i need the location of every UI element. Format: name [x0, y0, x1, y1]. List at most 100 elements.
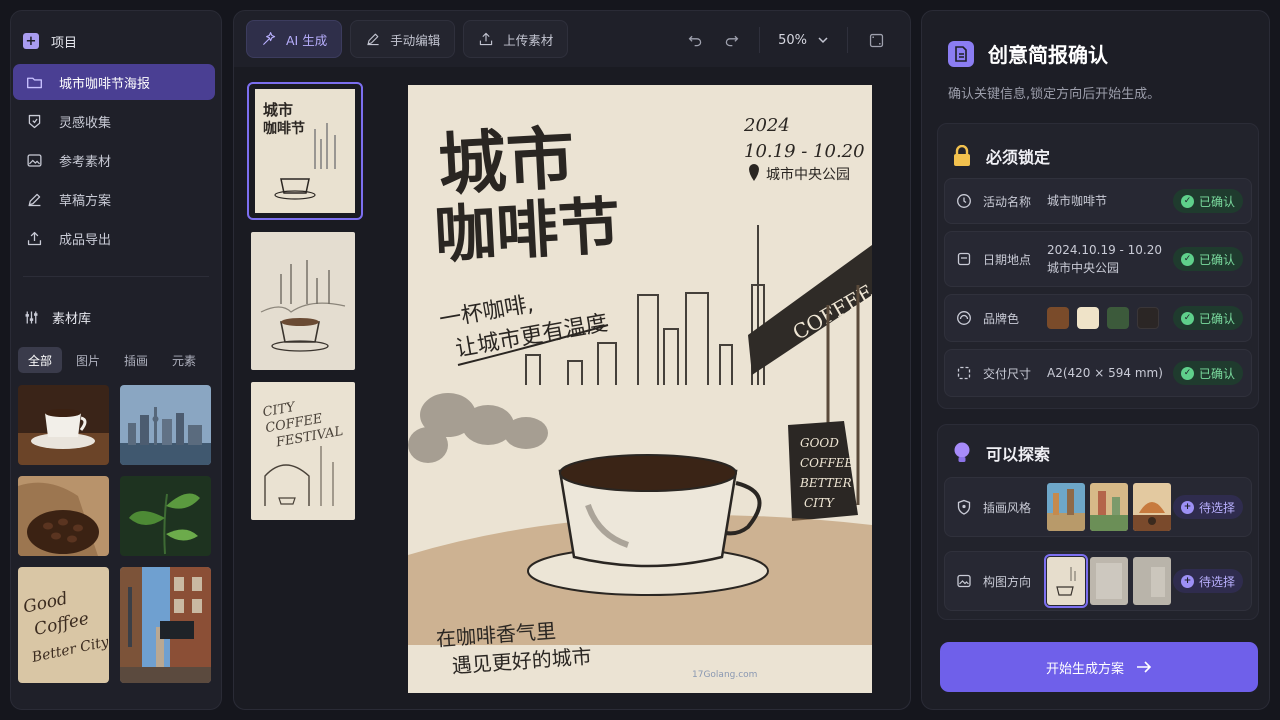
image-icon — [27, 153, 42, 167]
confirmed-badge[interactable]: ✓ 已确认 — [1172, 361, 1243, 385]
poster-board-line4: CITY — [804, 496, 835, 510]
composition-option-2[interactable] — [1090, 557, 1128, 605]
upload-label: 上传素材 — [503, 32, 554, 48]
style-option-watercolor[interactable] — [1047, 483, 1085, 531]
sidebar-item-export[interactable]: 成品导出 — [13, 220, 215, 256]
confirmed-badge[interactable]: ✓ 已确认 — [1172, 306, 1243, 330]
chevron-down-icon — [818, 37, 828, 44]
pencil-icon — [367, 33, 379, 46]
poster-board-line3: BETTER — [799, 476, 852, 490]
swatch-brown[interactable] — [1047, 307, 1069, 329]
plus-square-icon: + — [23, 33, 39, 49]
locked-card: 必须锁定 活动名称 城市咖啡节 ✓ 已确认 日期地点 2024.10.19 - 1… — [937, 123, 1259, 409]
page-1-title-line1: 城市 — [263, 101, 293, 119]
toolbar-right: 50% — [677, 21, 894, 59]
tab-images[interactable]: 图片 — [66, 347, 110, 373]
brief-header: 创意简报确认 — [948, 39, 1108, 68]
row-value-line2: 城市中央公园 — [1047, 261, 1120, 275]
swatch-cream[interactable] — [1077, 307, 1099, 329]
project-header[interactable]: + 项目 — [23, 31, 77, 51]
poster-board-line2: COFFEE — [800, 456, 853, 470]
sidebar-item-drafts[interactable]: 草稿方案 — [13, 181, 215, 217]
pending-badge[interactable]: + 待选择 — [1172, 569, 1243, 593]
frame-icon — [957, 366, 971, 380]
poster-year: 2024 — [743, 115, 790, 136]
undo-button[interactable] — [677, 22, 713, 58]
zoom-select[interactable]: 50% — [759, 27, 848, 53]
sliders-icon — [25, 311, 38, 323]
library-tabs: 全部 图片 插画 元素 — [18, 347, 206, 373]
editor-panel: AI 生成 手动编辑 上传素材 50% 城市 咖啡节 CITY COFFEE F… — [233, 10, 911, 710]
page-thumb-3[interactable]: CITY COFFEE FESTIVAL — [251, 382, 355, 520]
row-label: 活动名称 — [983, 194, 1032, 209]
confirmed-badge[interactable]: ✓ 已确认 — [1172, 189, 1243, 213]
page-thumb-1[interactable]: 城市 咖啡节 — [247, 82, 363, 220]
frame-icon — [869, 33, 883, 47]
library-item-coffee-sign[interactable]: Good Coffee Better City — [18, 567, 109, 683]
page-thumbnails: 城市 咖啡节 CITY COFFEE FESTIVAL — [247, 82, 363, 532]
ai-generate-button[interactable]: AI 生成 — [246, 20, 343, 58]
library-item-coffee-beans[interactable] — [18, 476, 109, 556]
brief-subtitle: 确认关键信息,锁定方向后开始生成。 — [948, 87, 1161, 102]
tab-illustrations[interactable]: 插画 — [114, 347, 158, 373]
clock-icon — [957, 194, 971, 208]
start-generate-button[interactable]: 开始生成方案 — [940, 642, 1258, 692]
explore-card-header: 可以探索 — [952, 441, 1050, 465]
redo-button[interactable] — [713, 22, 749, 58]
swatch-green[interactable] — [1107, 307, 1129, 329]
manual-edit-button[interactable]: 手动编辑 — [350, 20, 456, 58]
fullscreen-button[interactable] — [858, 22, 894, 58]
export-icon — [27, 231, 42, 245]
badge-label: 待选择 — [1198, 500, 1235, 515]
style-option-vintage[interactable] — [1133, 483, 1171, 531]
pencil-icon — [28, 193, 41, 206]
library-header: 素材库 — [23, 307, 91, 327]
library-item-city-skyline[interactable] — [120, 385, 211, 465]
sidebar-divider — [23, 276, 209, 277]
row-illustration-style: 插画风格 + 待选择 — [944, 477, 1252, 537]
sidebar-item-inspiration[interactable]: 灵感收集 — [13, 103, 215, 139]
lock-icon — [954, 145, 970, 166]
library-item-coffee-cup[interactable] — [18, 385, 109, 465]
brief-panel: 创意简报确认 确认关键信息,锁定方向后开始生成。 必须锁定 活动名称 城市咖啡节… — [921, 10, 1270, 710]
sidebar-item-label: 参考素材 — [59, 154, 112, 170]
row-delivery-size: 交付尺寸 A2(420 × 594 mm) ✓ 已确认 — [944, 349, 1252, 397]
pending-badge[interactable]: + 待选择 — [1172, 495, 1243, 519]
sidebar-item-references[interactable]: 参考素材 — [13, 142, 215, 178]
sidebar-item-label: 草稿方案 — [59, 193, 112, 209]
locked-title: 必须锁定 — [986, 148, 1051, 167]
badge-label: 待选择 — [1198, 574, 1235, 589]
library-item-street[interactable] — [120, 567, 211, 683]
poster-canvas[interactable]: 城市 咖啡节 2024 10.19 - 10.20 城市中央公园 一杯咖啡, 让… — [408, 85, 872, 693]
composition-option-3[interactable] — [1133, 557, 1171, 605]
tab-all[interactable]: 全部 — [18, 347, 63, 373]
sparkle-icon — [263, 32, 276, 45]
locked-card-header: 必须锁定 — [952, 144, 1050, 168]
left-sidebar: + 项目 城市咖啡节海报 灵感收集 参考素材 草稿方案 成品导出 素材库 全部 — [10, 10, 222, 710]
poster-artwork: 城市 咖啡节 2024 10.19 - 10.20 城市中央公园 一杯咖啡, 让… — [408, 85, 872, 693]
poster-title-line2: 咖啡节 — [433, 189, 623, 272]
style-option-flat[interactable] — [1090, 483, 1128, 531]
tab-elements[interactable]: 元素 — [162, 347, 206, 373]
confirmed-badge[interactable]: ✓ 已确认 — [1172, 247, 1243, 271]
row-value-line1: 2024.10.19 - 10.20 — [1047, 243, 1163, 257]
upload-icon — [480, 32, 493, 46]
swatch-dark[interactable] — [1137, 307, 1159, 329]
sidebar-item-label: 城市咖啡节海报 — [59, 76, 151, 92]
page-thumb-2[interactable] — [251, 232, 355, 370]
composition-option-1[interactable] — [1044, 554, 1088, 608]
page-1-title-line2: 咖啡节 — [263, 120, 305, 137]
plus-icon: + — [1180, 500, 1194, 514]
calendar-icon — [957, 252, 971, 266]
coffee-sign-image: Good Coffee Better City — [18, 567, 109, 683]
badge-label: 已确认 — [1198, 252, 1235, 267]
palette-icon — [957, 311, 971, 325]
row-brand-color: 品牌色 ✓ 已确认 — [944, 294, 1252, 342]
sidebar-item-poster[interactable]: 城市咖啡节海报 — [13, 64, 215, 100]
document-icon — [948, 40, 974, 67]
upload-button[interactable]: 上传素材 — [463, 20, 569, 58]
badge-label: 已确认 — [1198, 311, 1235, 326]
library-item-green-leaves[interactable] — [120, 476, 211, 556]
project-label: 项目 — [51, 35, 78, 51]
row-event-name: 活动名称 城市咖啡节 ✓ 已确认 — [944, 178, 1252, 224]
